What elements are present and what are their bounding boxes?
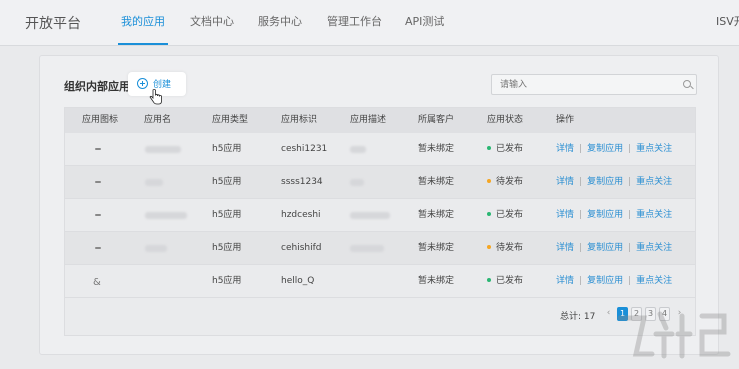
app-icon [95, 181, 101, 183]
follow-link[interactable]: 重点关注 [636, 243, 672, 253]
app-icon [95, 214, 101, 216]
app-id: ceshi1231 [281, 144, 328, 154]
plus-circle-icon [137, 78, 148, 89]
column-header: 应用类型 [212, 115, 249, 125]
table-header: 应用图标 应用名 应用类型 应用标识 应用描述 所属客户 应用状态 操作 [65, 108, 695, 133]
app-type: h5应用 [212, 144, 242, 154]
isv-link[interactable]: ISV开 [716, 0, 739, 44]
row-actions: 详情 | 复制应用 | 重点关注 [556, 210, 673, 220]
follow-link[interactable]: 重点关注 [636, 210, 672, 220]
status-badge: 已发布 [487, 265, 523, 298]
column-header: 所属客户 [418, 115, 455, 125]
app-id: hello_Q [281, 276, 315, 286]
copy-app-link[interactable]: 复制应用 [587, 177, 623, 187]
nav-tab-my-apps[interactable]: 我的应用 [118, 0, 168, 46]
total-count: 总计: 17 [560, 312, 596, 322]
follow-link[interactable]: 重点关注 [636, 177, 672, 187]
copy-app-link[interactable]: 复制应用 [587, 243, 623, 253]
svg-text:&: & [93, 277, 101, 288]
app-customer: 暂未绑定 [418, 276, 455, 286]
search-input[interactable] [491, 74, 697, 95]
details-link[interactable]: 详情 [556, 144, 574, 154]
redacted-app-name [145, 245, 167, 252]
status-dot-icon [487, 244, 491, 249]
table-row: & h5应用 hello_Q 暂未绑定 已发布 详情 | 复制应用 | 重点关注 [65, 265, 695, 298]
copy-app-link[interactable]: 复制应用 [587, 210, 623, 220]
table-row: h5应用 cehishifd 暂未绑定 待发布 详情 | 复制应用 | 重点关注 [65, 232, 695, 265]
table-row: h5应用 hzdceshi 暂未绑定 已发布 详情 | 复制应用 | 重点关注 [65, 199, 695, 232]
redacted-description [350, 212, 390, 219]
column-header: 应用描述 [350, 115, 387, 125]
section-title: 组织内部应用 [64, 80, 130, 93]
redacted-description [350, 146, 366, 153]
app-table: 应用图标 应用名 应用类型 应用标识 应用描述 所属客户 应用状态 操作 h5应… [64, 107, 696, 336]
app-type: h5应用 [212, 177, 242, 187]
top-nav-bar: 开放平台 我的应用 文档中心 服务中心 管理工作台 API测试 ISV开 [0, 0, 739, 46]
details-link[interactable]: 详情 [556, 276, 574, 286]
details-link[interactable]: 详情 [556, 210, 574, 220]
hand-cursor-icon [149, 89, 162, 105]
app-type: h5应用 [212, 243, 242, 253]
nav-tab-docs[interactable]: 文档中心 [190, 0, 234, 46]
redacted-app-name [145, 179, 163, 186]
redacted-app-name [145, 146, 181, 153]
app-id: hzdceshi [281, 210, 321, 220]
status-badge: 待发布 [487, 232, 523, 265]
column-header: 应用名 [144, 115, 172, 125]
table-row: h5应用 ceshi1231 暂未绑定 已发布 详情 | 复制应用 | 重点关注 [65, 133, 695, 166]
status-badge: 待发布 [487, 166, 523, 199]
app-customer: 暂未绑定 [418, 144, 455, 154]
redacted-description [350, 179, 364, 186]
app-id: ssss1234 [281, 177, 323, 187]
status-dot-icon [487, 211, 491, 216]
column-header: 操作 [556, 115, 575, 125]
app-customer: 暂未绑定 [418, 243, 455, 253]
app-icon [95, 247, 101, 249]
redacted-description [350, 245, 384, 252]
app-id: cehishifd [281, 243, 322, 253]
app-icon [95, 148, 101, 150]
column-header: 应用标识 [281, 115, 318, 125]
copy-app-link[interactable]: 复制应用 [587, 276, 623, 286]
nav-tab-api-test[interactable]: API测试 [405, 0, 444, 46]
follow-link[interactable]: 重点关注 [636, 144, 672, 154]
status-dot-icon [487, 145, 491, 150]
row-actions: 详情 | 复制应用 | 重点关注 [556, 243, 673, 253]
column-header: 应用状态 [487, 115, 524, 125]
row-actions: 详情 | 复制应用 | 重点关注 [556, 177, 673, 187]
copy-app-link[interactable]: 复制应用 [587, 144, 623, 154]
app-customer: 暂未绑定 [418, 210, 455, 220]
nav-tab-services[interactable]: 服务中心 [258, 0, 302, 46]
status-badge: 已发布 [487, 199, 523, 232]
details-link[interactable]: 详情 [556, 243, 574, 253]
follow-link[interactable]: 重点关注 [636, 276, 672, 286]
status-dot-icon [487, 178, 491, 183]
row-actions: 详情 | 复制应用 | 重点关注 [556, 276, 673, 286]
app-customer: 暂未绑定 [418, 177, 455, 187]
table-row: h5应用 ssss1234 暂未绑定 待发布 详情 | 复制应用 | 重点关注 [65, 166, 695, 199]
status-dot-icon [487, 277, 491, 282]
nav-tab-workbench[interactable]: 管理工作台 [327, 0, 382, 46]
app-icon: & [93, 265, 105, 301]
redacted-app-name [145, 212, 187, 219]
details-link[interactable]: 详情 [556, 177, 574, 187]
app-type: h5应用 [212, 276, 242, 286]
app-type: h5应用 [212, 210, 242, 220]
search-icon[interactable] [683, 80, 691, 88]
status-badge: 已发布 [487, 133, 523, 166]
brand-title: 开放平台 [25, 16, 81, 32]
row-actions: 详情 | 复制应用 | 重点关注 [556, 144, 673, 154]
watermark-logo-icon [617, 311, 731, 359]
column-header: 应用图标 [82, 115, 119, 125]
